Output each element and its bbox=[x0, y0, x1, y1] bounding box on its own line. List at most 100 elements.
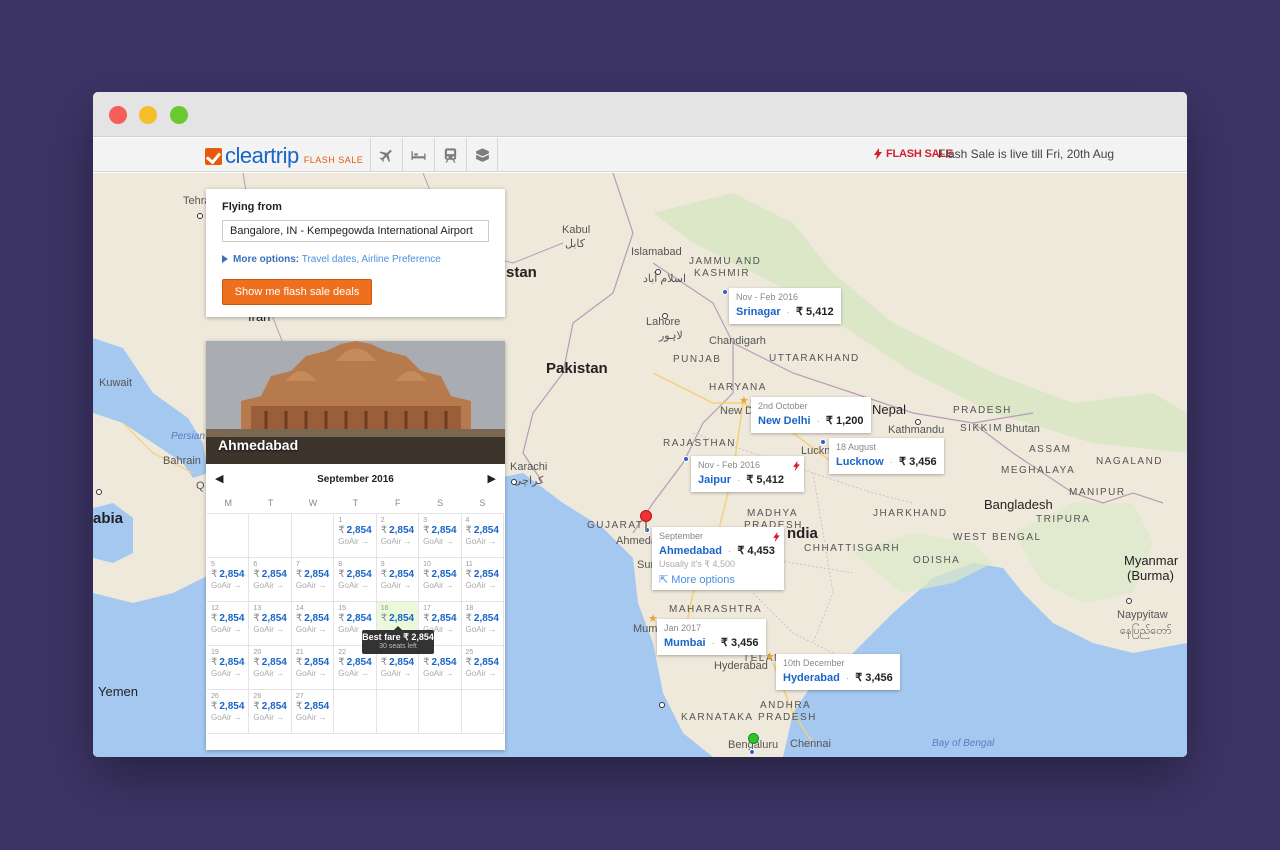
calendar-day-airline-link[interactable]: GoAir → bbox=[466, 581, 499, 590]
lucknow-pin[interactable] bbox=[820, 439, 826, 445]
calendar-day-cell[interactable]: 11 ₹2,854 GoAir → bbox=[461, 558, 504, 602]
map-label-jharkhand: JHARKHAND bbox=[873, 508, 948, 519]
more-options-links[interactable]: Travel dates, Airline Preference bbox=[302, 254, 441, 265]
calendar-day-cell[interactable]: 13 ₹2,854 GoAir → bbox=[249, 602, 292, 646]
fare-more-options-link[interactable]: ⇱ More options bbox=[659, 573, 777, 586]
hyderabad-star-icon[interactable]: ★ bbox=[765, 652, 775, 663]
map-label-odisha: ODISHA bbox=[913, 555, 961, 566]
calendar-day-cell[interactable]: 10 ₹2,854 GoAir → bbox=[419, 558, 462, 602]
cleartrip-logo[interactable]: cleartrip FLASH SALE bbox=[205, 144, 363, 168]
bengaluru-pin[interactable] bbox=[749, 749, 755, 755]
calendar-day-airline-link[interactable]: GoAir → bbox=[211, 713, 244, 722]
calendar-day-cell[interactable]: 5 ₹2,854 GoAir → bbox=[207, 558, 250, 602]
calendar-day-airline-link[interactable]: GoAir → bbox=[423, 581, 456, 590]
calendar-day-airline-link[interactable]: GoAir → bbox=[296, 713, 329, 722]
calendar-day-airline-link[interactable]: GoAir → bbox=[423, 669, 456, 678]
fare-date: 18 August bbox=[836, 442, 877, 452]
calendar-day-airline-link[interactable]: GoAir → bbox=[381, 669, 414, 678]
calendar-day-airline-link[interactable]: GoAir → bbox=[253, 581, 286, 590]
calendar-day-cell[interactable]: 6 ₹2,854 GoAir → bbox=[249, 558, 292, 602]
calendar-day-cell[interactable]: 19 ₹2,854 GoAir → bbox=[207, 646, 250, 690]
fare-card-lucknow[interactable]: 18 August Lucknow · ₹ 3,456 bbox=[829, 438, 944, 474]
fare-card-srinagar[interactable]: Nov - Feb 2016 Srinagar · ₹ 5,412 bbox=[729, 288, 841, 324]
map-label-bangladesh: Bangladesh bbox=[984, 497, 1053, 512]
fare-city[interactable]: Srinagar bbox=[736, 306, 781, 318]
calendar-day-cell[interactable]: 4 ₹2,854 GoAir → bbox=[461, 514, 504, 558]
price-value: 2,854 bbox=[473, 525, 499, 536]
calendar-day-airline-link[interactable]: GoAir → bbox=[296, 581, 329, 590]
jaipur-pin[interactable] bbox=[683, 456, 689, 462]
map-label-kuwait: Kuwait bbox=[99, 377, 133, 389]
calendar-day-airline-link[interactable]: GoAir → bbox=[296, 669, 329, 678]
zoom-window-button[interactable] bbox=[170, 106, 188, 124]
origin-airport-input[interactable] bbox=[222, 220, 489, 242]
fare-card-new-delhi[interactable]: 2nd October New Delhi · ₹ 1,200 bbox=[751, 397, 871, 433]
calendar-day-cell[interactable]: 3 ₹2,854 GoAir → bbox=[419, 514, 462, 558]
fare-city[interactable]: Hyderabad bbox=[783, 672, 840, 684]
fare-card-hyderabad[interactable]: 10th December Hyderabad · ₹ 3,456 bbox=[776, 654, 900, 690]
calendar-day-airline-link[interactable]: GoAir → bbox=[338, 537, 371, 546]
train-icon[interactable] bbox=[434, 138, 466, 172]
new-delhi-star-icon[interactable]: ★ bbox=[739, 396, 749, 407]
fare-card-ahmedabad[interactable]: September Ahmedabad · ₹ 4,453 Usually it's… bbox=[652, 527, 784, 590]
calendar-day-cell[interactable]: 18 ₹2,854 GoAir → bbox=[461, 602, 504, 646]
fare-city[interactable]: Mumbai bbox=[664, 637, 706, 649]
show-deals-button[interactable]: Show me flash sale deals bbox=[222, 279, 372, 305]
calendar-day-airline-link[interactable]: GoAir → bbox=[211, 625, 244, 634]
more-options-label: More options: bbox=[233, 254, 300, 265]
calendar-day-airline-link[interactable]: GoAir → bbox=[211, 581, 244, 590]
origin-red-pin-icon[interactable] bbox=[640, 510, 652, 531]
close-window-button[interactable] bbox=[109, 106, 127, 124]
fare-card-jaipur[interactable]: Nov - Feb 2016 Jaipur · ₹ 5,412 bbox=[691, 456, 804, 492]
map-label-pradesh-south: PRADESH bbox=[758, 712, 817, 723]
calendar-day-airline-link[interactable]: GoAir → bbox=[211, 669, 244, 678]
calendar-day-airline-link[interactable]: GoAir → bbox=[253, 625, 286, 634]
airplane-icon[interactable] bbox=[370, 138, 402, 172]
calendar-day-cell[interactable]: 7 ₹2,854 GoAir → bbox=[291, 558, 335, 602]
calendar-day-cell[interactable]: 26 ₹2,854 GoAir → bbox=[249, 690, 292, 734]
calendar-day-airline-link[interactable]: GoAir → bbox=[381, 537, 414, 546]
calendar-day-airline-link[interactable]: GoAir → bbox=[466, 625, 499, 634]
calendar-day-cell[interactable]: 9 ₹2,854 GoAir → bbox=[376, 558, 420, 602]
fare-city[interactable]: Ahmedabad bbox=[659, 545, 722, 557]
srinagar-pin[interactable] bbox=[722, 289, 728, 295]
map-label-west-bengal: WEST BENGAL bbox=[953, 532, 1042, 543]
fare-price: ₹ 3,456 bbox=[855, 672, 893, 684]
calendar-day-cell[interactable]: 27 ₹2,854 GoAir → bbox=[291, 690, 335, 734]
calendar-day-airline-link[interactable]: GoAir → bbox=[381, 581, 414, 590]
calendar-day-airline-link[interactable]: GoAir → bbox=[466, 669, 499, 678]
fare-card-mumbai[interactable]: Jan 2017 Mumbai · ₹ 3,456 bbox=[657, 619, 766, 655]
calendar-day-airline-link[interactable]: GoAir → bbox=[466, 537, 499, 546]
next-month-arrow-icon[interactable]: ▶ bbox=[488, 472, 496, 485]
calendar-day-airline-link[interactable]: GoAir → bbox=[253, 669, 286, 678]
fare-city[interactable]: Lucknow bbox=[836, 456, 884, 468]
calendar-day-cell[interactable]: 25 ₹2,854 GoAir → bbox=[461, 646, 504, 690]
price-value: 2,854 bbox=[219, 569, 245, 580]
calendar-day-cell[interactable]: 14 ₹2,854 GoAir → bbox=[291, 602, 335, 646]
map-label-gujarat: GUJARAT bbox=[587, 520, 644, 531]
calendar-day-cell[interactable]: 20 ₹2,854 GoAir → bbox=[249, 646, 292, 690]
calendar-day-number: 26 bbox=[253, 693, 262, 700]
origin-green-pin-icon[interactable] bbox=[748, 733, 759, 744]
bed-icon[interactable] bbox=[402, 138, 434, 172]
map-label-bay-of-bengal: Bay of Bengal bbox=[932, 738, 995, 749]
calendar-day-airline-link[interactable]: GoAir → bbox=[253, 713, 286, 722]
calendar-day-cell[interactable]: 8 ₹2,854 GoAir → bbox=[334, 558, 377, 602]
calendar-day-cell[interactable]: 1 ₹2,854 GoAir → bbox=[334, 514, 377, 558]
calendar-day-cell[interactable]: 21 ₹2,854 GoAir → bbox=[291, 646, 335, 690]
calendar-day-price: ₹2,854 bbox=[466, 525, 499, 536]
calendar-day-cell[interactable]: 12 ₹2,854 GoAir → bbox=[207, 602, 250, 646]
rupee-icon: ₹ bbox=[338, 525, 345, 536]
more-options-toggle[interactable]: More options: Travel dates, Airline Pref… bbox=[222, 254, 489, 265]
fare-city[interactable]: Jaipur bbox=[698, 474, 731, 486]
calendar-day-airline-link[interactable]: GoAir → bbox=[296, 625, 329, 634]
calendar-day-airline-link[interactable]: GoAir → bbox=[338, 669, 371, 678]
minimize-window-button[interactable] bbox=[139, 106, 157, 124]
calendar-day-airline-link[interactable]: GoAir → bbox=[338, 581, 371, 590]
calendar-day-cell[interactable]: 26 ₹2,854 GoAir → bbox=[207, 690, 250, 734]
package-icon[interactable] bbox=[466, 138, 498, 172]
calendar-day-airline-link[interactable]: GoAir → bbox=[423, 537, 456, 546]
rupee-icon: ₹ bbox=[253, 701, 260, 712]
calendar-day-cell[interactable]: 2 ₹2,854 GoAir → bbox=[376, 514, 420, 558]
fare-city[interactable]: New Delhi bbox=[758, 415, 811, 427]
